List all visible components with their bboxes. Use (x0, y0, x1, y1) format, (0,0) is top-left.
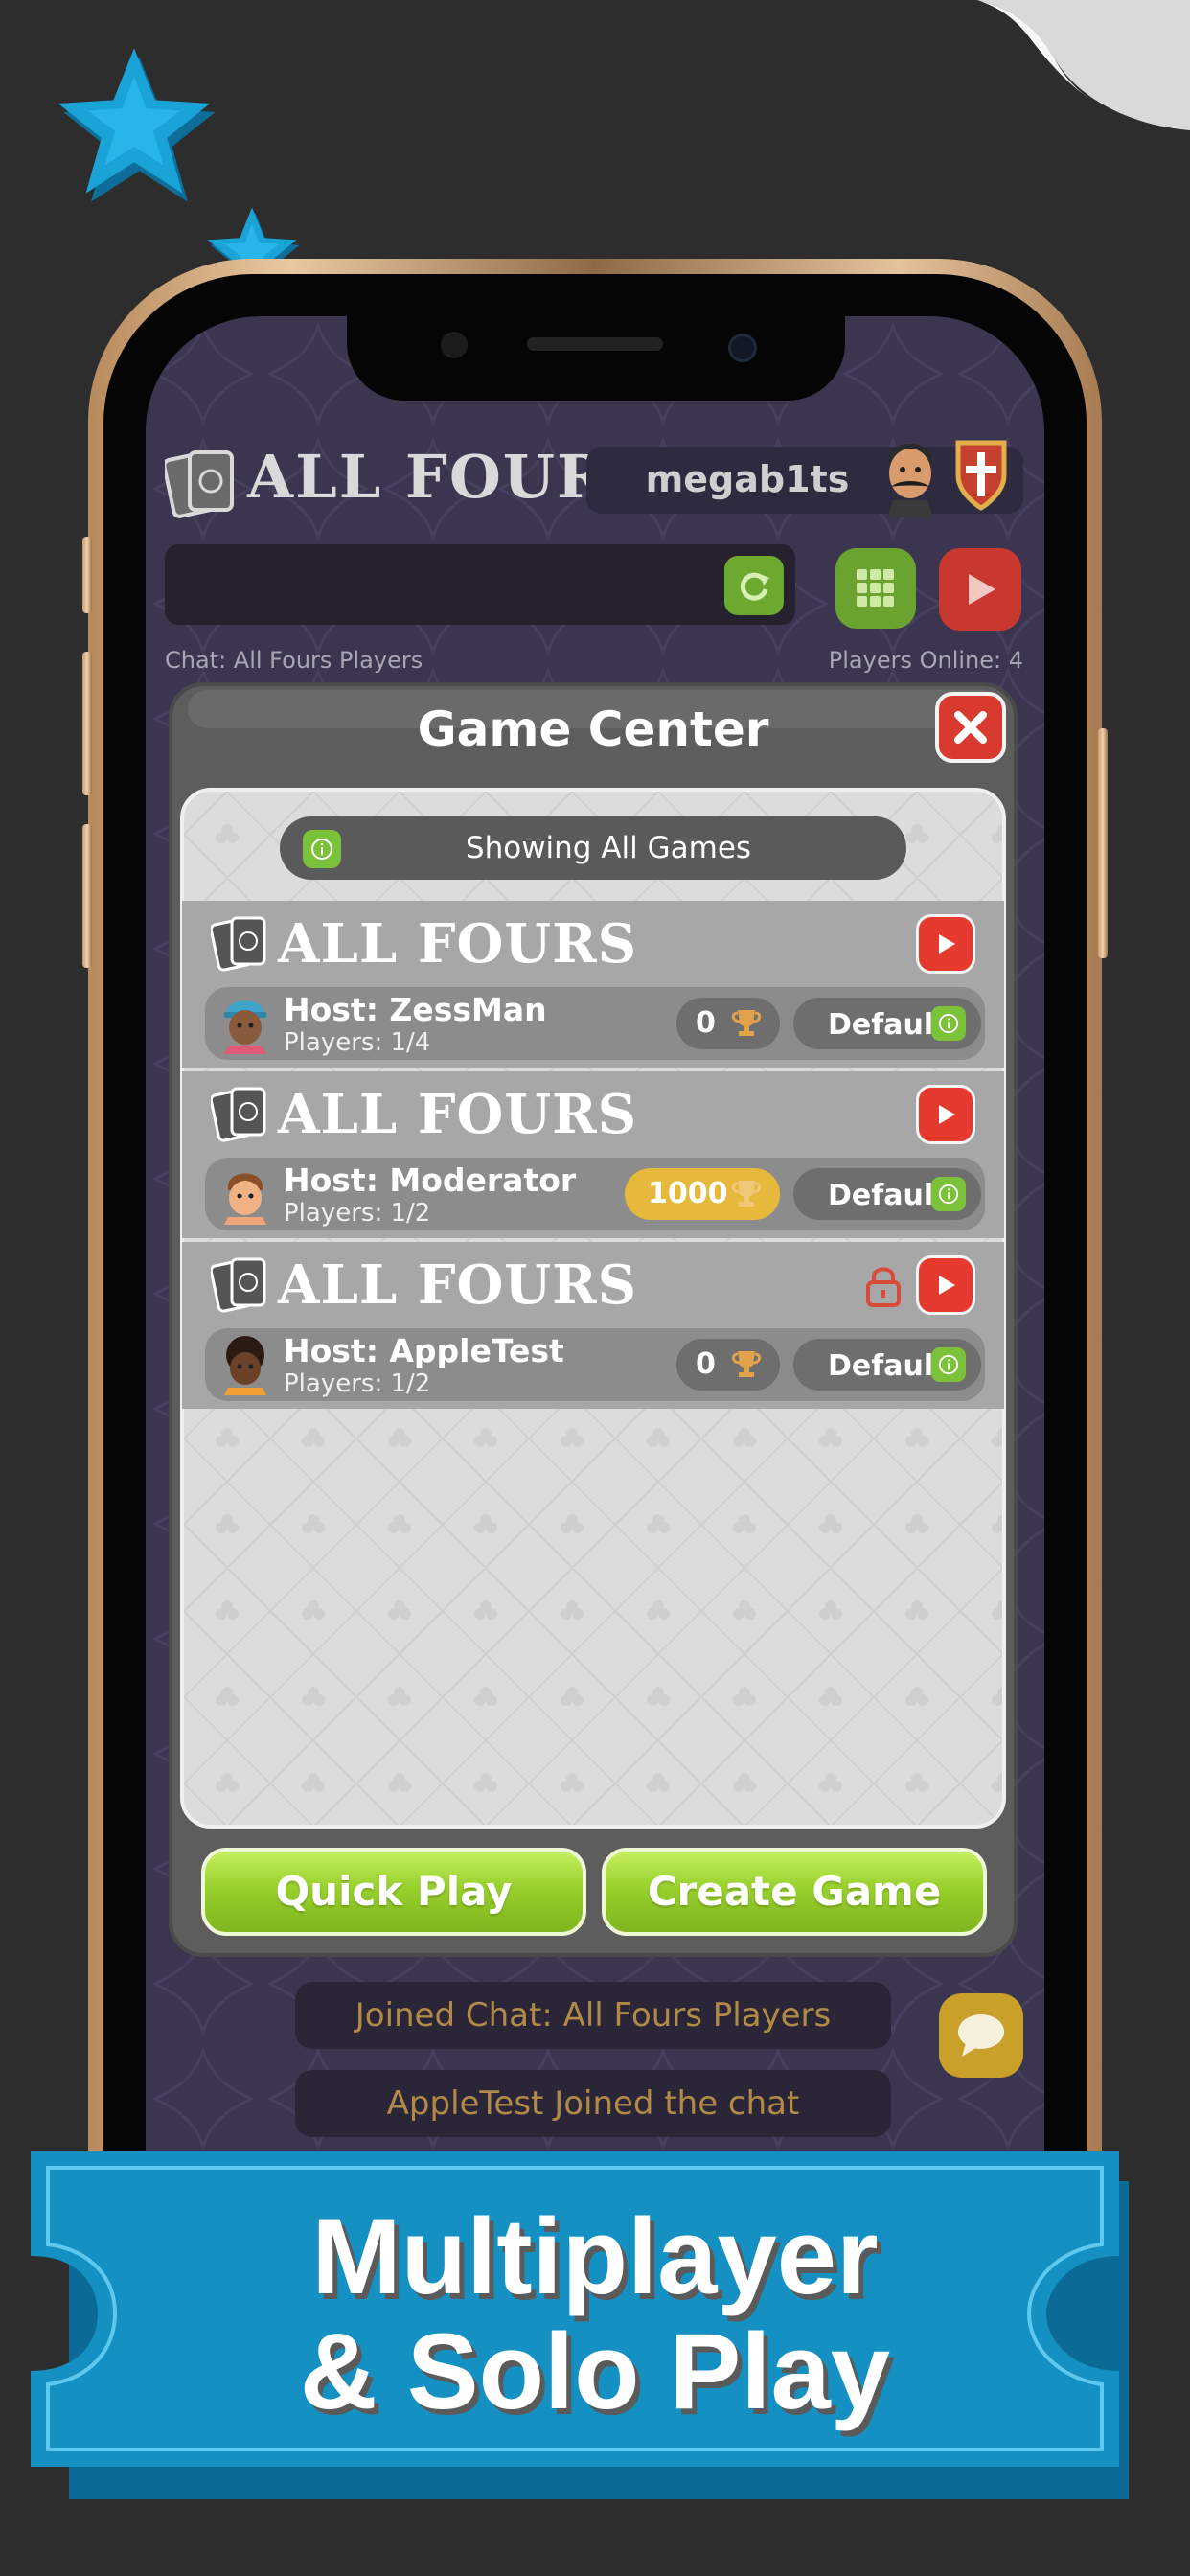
phone-power-button (1098, 728, 1108, 958)
player-count: Players: 1/2 (284, 1199, 431, 1228)
host-name: Host: Moderator (284, 1162, 577, 1199)
lock-icon (866, 1267, 901, 1307)
phone-notch (347, 316, 845, 401)
chat-message: AppleTest Joined the chat (295, 2070, 891, 2137)
close-button[interactable] (935, 692, 1006, 763)
host-avatar (224, 1336, 266, 1395)
stake-badge (676, 998, 780, 1049)
play-icon (969, 574, 995, 605)
trophy-icon (731, 1351, 762, 1377)
phone-volume-down (82, 824, 92, 968)
info-icon[interactable] (931, 1006, 966, 1041)
host-name: Host: ZessMan (284, 991, 547, 1028)
join-game-button[interactable] (916, 1085, 975, 1144)
refresh-button[interactable] (724, 556, 784, 615)
join-game-button[interactable] (916, 914, 975, 974)
game-title: ALL FOURS (278, 912, 638, 976)
chat-channel-label: Chat: All Fours Players (165, 647, 423, 674)
star-icon (57, 48, 216, 202)
close-icon (954, 711, 987, 744)
chat-bubble-icon (958, 2014, 1004, 2057)
host-avatar (224, 1000, 266, 1054)
chat-message: Joined Chat: All Fours Players (295, 1982, 891, 2049)
cards-logo-icon (211, 1087, 266, 1142)
play-icon (939, 1276, 955, 1295)
play-button[interactable] (939, 548, 1021, 631)
cards-logo-icon (211, 1257, 266, 1313)
join-game-button[interactable] (916, 1255, 975, 1315)
banner-subheadline: & Solo Play (299, 2312, 891, 2431)
play-icon (939, 934, 955, 954)
game-mode-label: Default (828, 1008, 948, 1042)
game-title: ALL FOURS (278, 1254, 638, 1317)
phone-side-button (82, 537, 92, 613)
quick-play-button[interactable]: Quick Play (201, 1848, 586, 1936)
info-icon[interactable] (931, 1347, 966, 1382)
modal-title: Game Center (417, 702, 769, 757)
stake-value: 1000 (648, 1177, 728, 1210)
refresh-icon (740, 572, 769, 601)
user-avatar[interactable] (880, 431, 941, 518)
trophy-icon (731, 1181, 762, 1207)
cards-logo-icon (165, 450, 234, 518)
rank-shield-icon (955, 440, 1007, 511)
username-label: megab1ts (645, 458, 850, 500)
stake-badge (676, 1339, 780, 1391)
phone-camera (441, 332, 468, 358)
chat-toggle-button[interactable] (939, 1993, 1023, 2078)
stake-value: 0 (696, 1006, 716, 1040)
host-name: Host: AppleTest (284, 1332, 564, 1369)
info-icon (303, 830, 341, 868)
banner-headline: Multiplayer (311, 2196, 879, 2316)
phone-volume-up (82, 652, 92, 795)
page-curl-decoration (977, 0, 1190, 134)
game-title: ALL FOURS (278, 1083, 638, 1146)
menu-grid-button[interactable] (835, 548, 916, 629)
game-mode-label: Default (828, 1349, 948, 1383)
play-icon (939, 1105, 955, 1124)
player-count: Players: 1/2 (284, 1369, 431, 1398)
trophy-icon (731, 1010, 762, 1036)
phone-sensor (728, 334, 757, 362)
game-mode-label: Default (828, 1179, 948, 1212)
create-game-button[interactable]: Create Game (602, 1848, 987, 1936)
filter-label: Showing All Games (465, 831, 752, 865)
grid-icon (857, 569, 894, 607)
stake-value: 0 (696, 1347, 716, 1381)
phone-speaker (527, 337, 663, 351)
chat-input-bar[interactable] (165, 544, 795, 625)
players-online-label: Players Online: 4 (828, 647, 1023, 674)
cards-logo-icon (211, 916, 266, 972)
host-avatar (224, 1173, 266, 1225)
info-icon[interactable] (931, 1177, 966, 1211)
player-count: Players: 1/4 (284, 1028, 431, 1057)
